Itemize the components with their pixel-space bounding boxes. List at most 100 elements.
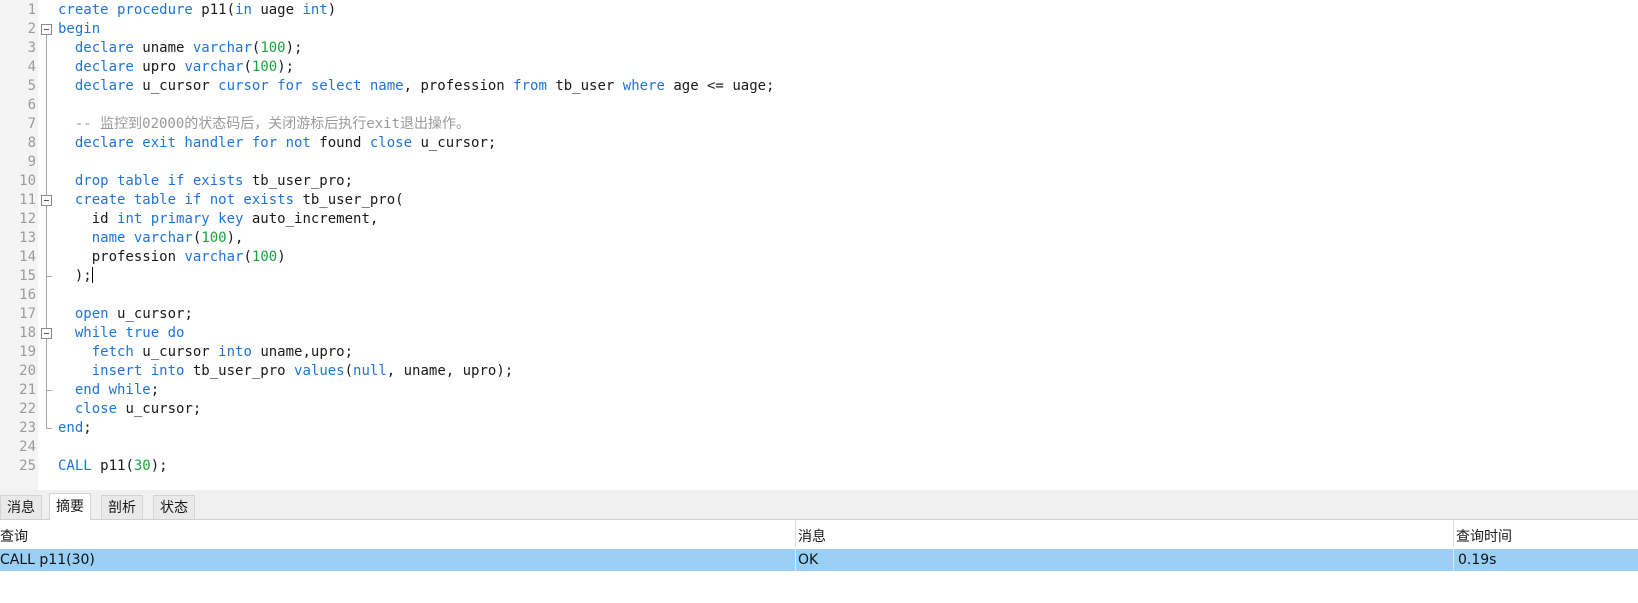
code-text: declare exit handler for not found close…	[74, 135, 497, 151]
fold-guide	[38, 39, 56, 58]
code-text: insert into tb_user_pro values(null, una…	[91, 363, 514, 379]
code-text: drop table if exists tb_user_pro;	[74, 173, 354, 189]
summary-result-grid: 查询 消息 查询时间 CALL p11(30) OK 0.19s	[0, 520, 1638, 603]
code-text: declare u_cursor cursor for select name,…	[74, 78, 775, 94]
fold-guide	[38, 210, 56, 229]
code-text: );	[58, 267, 93, 284]
code-line[interactable]: 2 begin	[0, 20, 1638, 39]
code-line[interactable]: 7 -- 监控到02000的状态码后，关闭游标后执行exit退出操作。	[0, 115, 1638, 134]
code-text: declare upro varchar(100);	[74, 59, 295, 75]
fold-guide	[38, 267, 56, 286]
code-line[interactable]: 3 declare uname varchar(100);	[0, 39, 1638, 58]
fold-toggle-icon[interactable]	[38, 191, 56, 210]
code-text: close u_cursor;	[74, 401, 202, 417]
line-number: 11	[19, 192, 36, 208]
line-number: 5	[27, 78, 36, 94]
fold-guide	[38, 229, 56, 248]
line-number: 7	[27, 116, 36, 132]
fold-guide	[38, 286, 56, 305]
code-line[interactable]: 5 declare u_cursor cursor for select nam…	[0, 77, 1638, 96]
code-text: end while;	[74, 382, 160, 398]
fold-guide	[38, 343, 56, 362]
fold-guide	[38, 305, 56, 324]
code-line[interactable]: 17 open u_cursor;	[0, 305, 1638, 324]
code-text: CALL p11(30);	[58, 458, 168, 474]
tab-status[interactable]: 状态	[153, 495, 195, 519]
code-line[interactable]: 22 close u_cursor;	[0, 400, 1638, 419]
code-text: id int primary key auto_increment,	[58, 211, 379, 227]
line-number: 10	[19, 173, 36, 189]
result-tab-bar: 消息 摘要 剖析 状态	[0, 490, 1638, 520]
sql-editor[interactable]: 1 create procedure p11(in uage int) 2 begin…	[0, 0, 1638, 490]
code-line[interactable]: 18 while true do	[0, 324, 1638, 343]
line-number: 9	[27, 154, 36, 170]
code-text: profession varchar(100)	[58, 249, 286, 265]
text-caret	[91, 267, 93, 283]
code-text: declare uname varchar(100);	[74, 40, 303, 56]
fold-guide	[38, 419, 56, 438]
code-text: open u_cursor;	[74, 306, 193, 322]
line-number: 18	[19, 325, 36, 341]
line-number: 20	[19, 363, 36, 379]
line-number: 14	[19, 249, 36, 265]
tab-profile[interactable]: 剖析	[101, 495, 143, 519]
line-number: 1	[27, 2, 36, 18]
fold-guide	[38, 172, 56, 191]
line-number: 15	[19, 268, 36, 284]
code-line[interactable]: 19 fetch u_cursor into uname,upro;	[0, 343, 1638, 362]
code-line[interactable]: 15 );	[0, 267, 1638, 286]
fold-guide	[38, 248, 56, 267]
code-line[interactable]: 16	[0, 286, 1638, 305]
code-line[interactable]: 23 end;	[0, 419, 1638, 438]
code-line[interactable]: 20 insert into tb_user_pro values(null, …	[0, 362, 1638, 381]
line-number: 8	[27, 135, 36, 151]
code-text: create table if not exists tb_user_pro(	[74, 192, 404, 208]
code-text: create procedure p11(in uage int)	[58, 2, 337, 18]
line-number: 3	[27, 40, 36, 56]
fold-guide	[38, 153, 56, 172]
code-line[interactable]: 11 create table if not exists tb_user_pr…	[0, 191, 1638, 210]
fold-toggle-icon[interactable]	[38, 20, 56, 39]
fold-guide	[38, 77, 56, 96]
code-line[interactable]: 14 profession varchar(100)	[0, 248, 1638, 267]
code-line[interactable]: 25 CALL p11(30);	[0, 457, 1638, 476]
column-header-query-time[interactable]: 查询时间	[1456, 520, 1638, 547]
line-number: 16	[19, 287, 36, 303]
cell-query-time[interactable]: 0.19s	[1458, 549, 1638, 571]
line-number: 21	[19, 382, 36, 398]
code-text: fetch u_cursor into uname,upro;	[91, 344, 354, 360]
table-row[interactable]: CALL p11(30) OK 0.19s	[0, 549, 1638, 571]
column-header-message[interactable]: 消息	[798, 520, 1454, 547]
line-number: 12	[19, 211, 36, 227]
code-line[interactable]: 24	[0, 438, 1638, 457]
fold-guide	[38, 400, 56, 419]
code-line[interactable]: 12 id int primary key auto_increment,	[0, 210, 1638, 229]
cell-message[interactable]: OK	[798, 549, 1454, 571]
fold-guide	[38, 96, 56, 115]
code-line[interactable]: 9	[0, 153, 1638, 172]
column-header-query[interactable]: 查询	[0, 520, 796, 547]
code-line[interactable]: 8 declare exit handler for not found clo…	[0, 134, 1638, 153]
code-line[interactable]: 1 create procedure p11(in uage int)	[0, 1, 1638, 20]
code-line[interactable]: 6	[0, 96, 1638, 115]
line-number: 13	[19, 230, 36, 246]
line-number: 19	[19, 344, 36, 360]
line-number: 2	[27, 21, 36, 37]
line-number: 23	[19, 420, 36, 436]
code-text: name varchar(100),	[91, 230, 244, 246]
code-line[interactable]: 10 drop table if exists tb_user_pro;	[0, 172, 1638, 191]
line-number: 17	[19, 306, 36, 322]
tab-summary[interactable]: 摘要	[49, 493, 91, 520]
code-text: end;	[58, 420, 92, 436]
code-line[interactable]: 13 name varchar(100),	[0, 229, 1638, 248]
code-line[interactable]: 21 end while;	[0, 381, 1638, 400]
fold-guide	[38, 58, 56, 77]
code-text: -- 监控到02000的状态码后，关闭游标后执行exit退出操作。	[74, 116, 471, 132]
fold-guide	[38, 134, 56, 153]
line-number: 24	[19, 439, 36, 455]
cell-query[interactable]: CALL p11(30)	[0, 549, 796, 571]
code-line[interactable]: 4 declare upro varchar(100);	[0, 58, 1638, 77]
fold-toggle-icon[interactable]	[38, 324, 56, 343]
line-number: 6	[27, 97, 36, 113]
tab-messages[interactable]: 消息	[0, 495, 42, 519]
